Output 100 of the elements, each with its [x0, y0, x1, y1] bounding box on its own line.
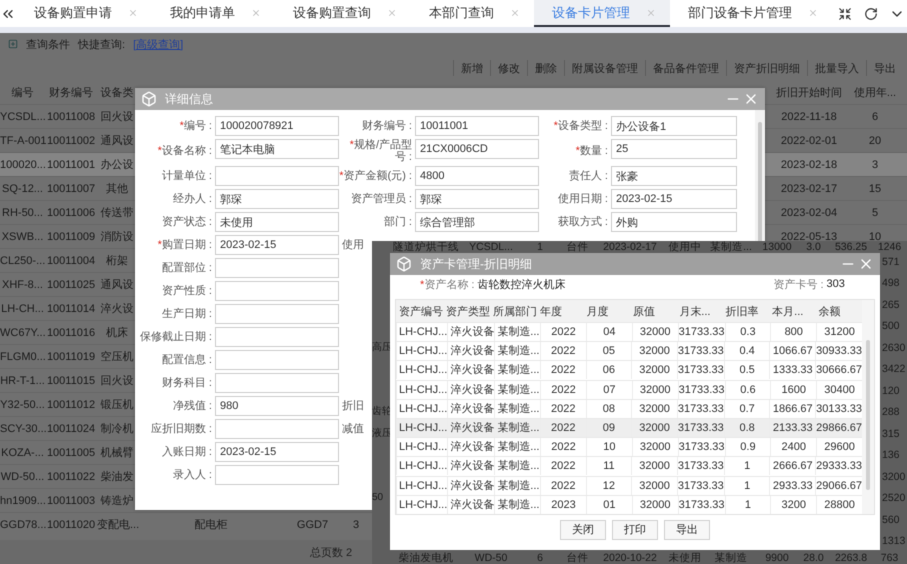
table-row[interactable]: LH-CHJ... 淬火设备 某制造... 2022 04 32000 31733.33 0.3 800 31200 [396, 322, 862, 342]
scrollbar[interactable] [862, 300, 874, 514]
input-field[interactable] [215, 350, 339, 370]
field-label: 责任人 : [568, 170, 609, 182]
input-field[interactable] [215, 304, 339, 324]
table-cell-text: 50 [372, 492, 384, 504]
table-cell: 01 [586, 496, 632, 514]
tab[interactable]: 设备卡片管理 [534, 0, 670, 27]
close-icon[interactable] [510, 8, 520, 18]
dialog-button[interactable]: 打印 [612, 520, 658, 540]
field-label: 财务科目 : [160, 377, 213, 389]
table-cell: LH-CHJ... [396, 496, 448, 514]
close-icon[interactable] [808, 8, 818, 18]
table-cell-text: 2023-02-18 [780, 158, 838, 170]
input-field[interactable]: 张豪 [611, 166, 737, 186]
table-cell: LH-CHJ... [396, 361, 448, 380]
input-field[interactable] [215, 281, 339, 301]
table-cell-text: 机械臂 [100, 446, 134, 460]
table-row[interactable]: LH-CHJ... 淬火设备 某制造... 2022 06 32000 31733.33 0.5 1333.33 30666.67 [396, 360, 862, 380]
table-cell-text: RH-50... [1, 206, 44, 218]
dialog-button[interactable]: 关闭 [560, 520, 606, 540]
table-row[interactable]: LH-CHJ... 淬火设备 某制造... 2022 07 32000 31733.33 0.6 1600 30400 [396, 380, 862, 399]
table-row[interactable]: LH-CHJ... 淬火设备 某制造... 2023 01 32000 31733.33 1 3200 28800 [396, 494, 862, 514]
field-label: *规格/产品型号 : [348, 139, 413, 163]
table-row[interactable]: LH-CHJ... 淬火设备 某制造... 2022 12 32000 31733.33 1 2933.33 29066.67 [396, 476, 862, 495]
input-field[interactable]: 未使用 [215, 212, 339, 232]
input-field[interactable] [215, 166, 339, 186]
expand-icon[interactable] [8, 39, 18, 49]
table-cell-text: GGD7 [296, 518, 330, 530]
table-cell: LH-CH... [0, 302, 45, 314]
input-field[interactable]: 2023-02-15 [215, 442, 339, 462]
close-icon[interactable] [128, 8, 138, 18]
input-field[interactable]: 4800 [415, 166, 539, 186]
table-cell-text: 通风设 [100, 278, 134, 292]
table-cell-text: 10011001 [46, 158, 96, 170]
input-field[interactable]: 2023-02-15 [215, 235, 339, 255]
input-field[interactable] [215, 465, 339, 485]
field-label: *数量 : [574, 145, 609, 157]
input-field[interactable]: 25 [611, 139, 737, 159]
close-icon[interactable] [646, 8, 656, 18]
table-cell-text: 2630 [881, 342, 906, 354]
table-cell: FLGM0... [0, 350, 45, 362]
input-field[interactable] [215, 419, 339, 439]
table-cell: 31733.33 [676, 361, 724, 380]
table-cell-text: 淬火设 [100, 302, 134, 316]
field-label: 使用日期 : [556, 193, 609, 205]
input-field[interactable]: 综合管理部 [415, 212, 539, 232]
table-row[interactable]: LH-CHJ... 淬火设备 某制造... 2022 09 32000 31733.33 0.8 2133.33 29866.67 [396, 418, 862, 438]
input-field[interactable] [215, 373, 339, 393]
table-row[interactable]: LH-CHJ... 淬火设备 某制造... 2022 11 32000 31733.33 1 2666.67 29333.33 [396, 456, 862, 476]
table-cell: YCSDL... [0, 110, 45, 122]
field-label: *资产金额(元) : [339, 170, 413, 182]
table-cell-text: XHF-8... [1, 278, 44, 290]
field-label: 资产管理员 : [350, 193, 413, 205]
table-cell: 0.5 [724, 361, 770, 380]
table-cell-text: 某制造... [709, 241, 753, 253]
table-cell-text: 6 [870, 110, 880, 122]
table-cell-text: 空压机 [100, 350, 134, 364]
table-cell-text: 2022-11-18 [780, 110, 838, 122]
cube-icon [141, 91, 157, 107]
field-label: 经办人 : [172, 193, 213, 205]
table-cell-text: 13000 [761, 241, 793, 253]
query-title: 查询条件 [26, 38, 70, 52]
input-field[interactable]: 10011001 [415, 116, 539, 136]
table-cell: hn1909... [0, 494, 45, 506]
table-cell: KOZA-... [0, 446, 45, 458]
column-header: 编号 [10, 86, 34, 100]
input-field[interactable]: 980 [215, 396, 339, 416]
input-field[interactable]: 郭琛 [215, 189, 339, 209]
asset-name-label: *资产名称 : [420, 278, 474, 292]
input-field[interactable] [215, 258, 339, 278]
input-field[interactable]: 100020078921 [215, 116, 339, 136]
table-cell-text: 9900 [764, 552, 790, 564]
input-field[interactable]: 笔记本电脑 [215, 139, 339, 159]
table-cell-text: 6 [536, 552, 544, 564]
table-cell-text: 桁架 [105, 254, 129, 268]
close-icon[interactable] [251, 8, 261, 18]
table-cell: 淬火设备 [447, 361, 494, 380]
table-cell: CL250-... [0, 254, 45, 266]
table-row[interactable]: LH-CHJ... 淬火设备 某制造... 2022 10 32000 31733.33 0.9 2400 29600 [396, 437, 862, 456]
dialog-button[interactable]: 导出 [664, 520, 710, 540]
input-field[interactable]: 郭琛 [415, 189, 539, 209]
card-number-label: 资产卡号 : [773, 278, 824, 292]
table-cell: 11 [586, 457, 632, 476]
table-cell: 2022 [540, 457, 586, 476]
input-field[interactable] [215, 327, 339, 347]
table-cell: 3200 [770, 496, 816, 514]
table-cell: 1 [724, 496, 770, 514]
input-field[interactable]: 办公设备1 [611, 116, 737, 136]
table-row[interactable]: LH-CHJ... 淬火设备 某制造... 2022 08 32000 31733.33 0.7 1866.67 30133.33 [396, 398, 862, 418]
card-number: 303 [826, 278, 845, 290]
input-field[interactable]: 2023-02-15 [611, 189, 737, 209]
input-field[interactable]: 21CX0006CD [415, 139, 539, 159]
table-cell-text: 铸造炉 [100, 494, 134, 508]
close-icon[interactable] [387, 8, 397, 18]
field-label: 资产状态 : [160, 216, 213, 228]
input-field[interactable]: 外购 [611, 212, 737, 232]
table-row[interactable]: LH-CHJ... 淬火设备 某制造... 2022 05 32000 31733.33 0.4 1066.67 30933.33 [396, 341, 862, 360]
table-cell-text: XSWB... [0, 230, 44, 242]
table-cell-text: 10011002 [46, 134, 96, 146]
